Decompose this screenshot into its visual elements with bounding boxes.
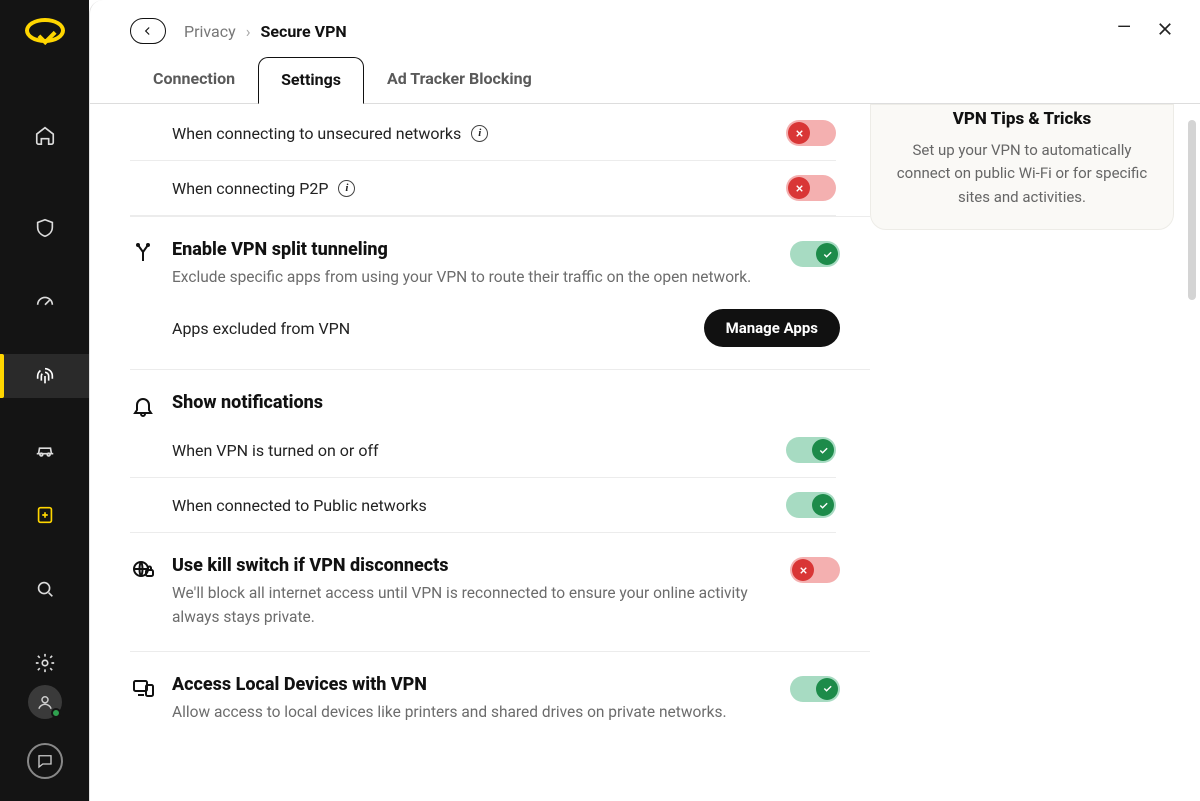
split-icon bbox=[130, 241, 156, 265]
tips-body: Set up your VPN to automatically connect… bbox=[893, 139, 1151, 209]
row-p2p-label: When connecting P2P bbox=[172, 179, 328, 198]
tips-panel: VPN Tips & Tricks Set up your VPN to aut… bbox=[870, 104, 1200, 801]
toggle-unsecured[interactable] bbox=[786, 120, 836, 146]
check-icon bbox=[822, 249, 833, 260]
split-title: Enable VPN split tunneling bbox=[172, 239, 774, 260]
tab-connection[interactable]: Connection bbox=[130, 56, 258, 103]
toggle-p2p[interactable] bbox=[786, 175, 836, 201]
status-dot bbox=[51, 708, 61, 718]
info-icon[interactable]: i bbox=[471, 125, 488, 142]
sidebar-nav bbox=[0, 113, 89, 157]
sidebar-item-settings[interactable] bbox=[0, 641, 89, 685]
local-title: Access Local Devices with VPN bbox=[172, 674, 774, 695]
window-minimize[interactable]: — bbox=[1117, 17, 1130, 38]
gear-icon bbox=[34, 652, 56, 674]
tab-settings[interactable]: Settings bbox=[258, 57, 364, 104]
kill-desc: We'll block all internet access until VP… bbox=[172, 582, 774, 629]
sidebar-item-add[interactable] bbox=[0, 493, 89, 537]
row-unsecured-label: When connecting to unsecured networks bbox=[172, 124, 461, 143]
help-chat[interactable] bbox=[27, 743, 63, 779]
main-panel: Privacy › Secure VPN — Connection Settin… bbox=[89, 0, 1200, 801]
notif-onoff-label: When VPN is turned on or off bbox=[172, 441, 379, 460]
home-icon bbox=[34, 124, 56, 146]
scrollbar[interactable] bbox=[1188, 120, 1196, 300]
section-local-devices: Access Local Devices with VPN Allow acce… bbox=[130, 652, 870, 724]
user-icon bbox=[36, 693, 54, 711]
sidebar-nav-util bbox=[0, 493, 89, 685]
tips-card: VPN Tips & Tricks Set up your VPN to aut… bbox=[870, 104, 1174, 230]
settings-content: When connecting to unsecured networks i … bbox=[90, 104, 870, 801]
split-desc: Exclude specific apps from using your VP… bbox=[172, 266, 774, 289]
section-split-tunneling: Enable VPN split tunneling Exclude speci… bbox=[130, 216, 870, 289]
check-icon bbox=[822, 683, 833, 694]
account-avatar[interactable] bbox=[28, 685, 62, 719]
toggle-notif-public[interactable] bbox=[786, 492, 836, 518]
breadcrumb-current: Secure VPN bbox=[261, 22, 347, 41]
close-icon bbox=[1156, 20, 1174, 38]
notif-public-label: When connected to Public networks bbox=[172, 496, 427, 515]
search-icon bbox=[34, 578, 56, 600]
sidebar-bottom bbox=[0, 685, 89, 801]
manage-apps-button[interactable]: Manage Apps bbox=[704, 309, 840, 347]
chat-icon bbox=[36, 752, 54, 770]
arrow-left-icon bbox=[141, 24, 155, 38]
sidebar bbox=[0, 0, 89, 801]
x-icon bbox=[798, 565, 809, 576]
sidebar-item-home[interactable] bbox=[0, 113, 89, 157]
sidebar-item-search[interactable] bbox=[0, 567, 89, 611]
sidebar-item-security[interactable] bbox=[0, 206, 89, 250]
breadcrumb-root[interactable]: Privacy bbox=[184, 22, 236, 41]
header: Privacy › Secure VPN — bbox=[90, 0, 1200, 56]
x-icon bbox=[794, 128, 805, 139]
shield-icon bbox=[34, 217, 56, 239]
info-icon[interactable]: i bbox=[338, 180, 355, 197]
tabs: Connection Settings Ad Tracker Blocking bbox=[90, 56, 1200, 104]
breadcrumb: Privacy › Secure VPN bbox=[184, 22, 347, 41]
section-kill-switch: Use kill switch if VPN disconnects We'll… bbox=[130, 533, 870, 629]
notif-title: Show notifications bbox=[172, 392, 840, 413]
tips-title: VPN Tips & Tricks bbox=[893, 109, 1151, 129]
window-controls: — bbox=[1117, 20, 1174, 43]
back-button[interactable] bbox=[130, 18, 166, 44]
sidebar-nav-mid bbox=[0, 206, 89, 472]
breadcrumb-separator: › bbox=[246, 22, 251, 41]
devices-icon bbox=[130, 676, 156, 700]
sidebar-item-dark-web[interactable] bbox=[0, 428, 89, 472]
kill-title: Use kill switch if VPN disconnects bbox=[172, 555, 774, 576]
toggle-split-tunneling[interactable] bbox=[790, 241, 840, 267]
toggle-notif-onoff[interactable] bbox=[786, 437, 836, 463]
x-icon bbox=[794, 183, 805, 194]
toggle-local-devices[interactable] bbox=[790, 676, 840, 702]
check-icon bbox=[818, 445, 829, 456]
toggle-kill-switch[interactable] bbox=[790, 557, 840, 583]
gauge-icon bbox=[34, 291, 56, 313]
excluded-label: Apps excluded from VPN bbox=[172, 319, 350, 338]
tab-ad-tracker[interactable]: Ad Tracker Blocking bbox=[364, 56, 555, 103]
add-icon bbox=[34, 504, 56, 526]
globe-lock-icon bbox=[130, 557, 156, 581]
fingerprint-icon bbox=[34, 365, 56, 387]
section-notifications: Show notifications bbox=[130, 370, 870, 419]
car-icon bbox=[34, 439, 56, 461]
local-desc: Allow access to local devices like print… bbox=[172, 701, 774, 724]
sidebar-item-performance[interactable] bbox=[0, 280, 89, 324]
sidebar-item-privacy[interactable] bbox=[0, 354, 89, 398]
logo bbox=[25, 18, 65, 43]
window-close[interactable] bbox=[1156, 20, 1174, 43]
bell-icon bbox=[130, 394, 156, 418]
check-icon bbox=[818, 500, 829, 511]
